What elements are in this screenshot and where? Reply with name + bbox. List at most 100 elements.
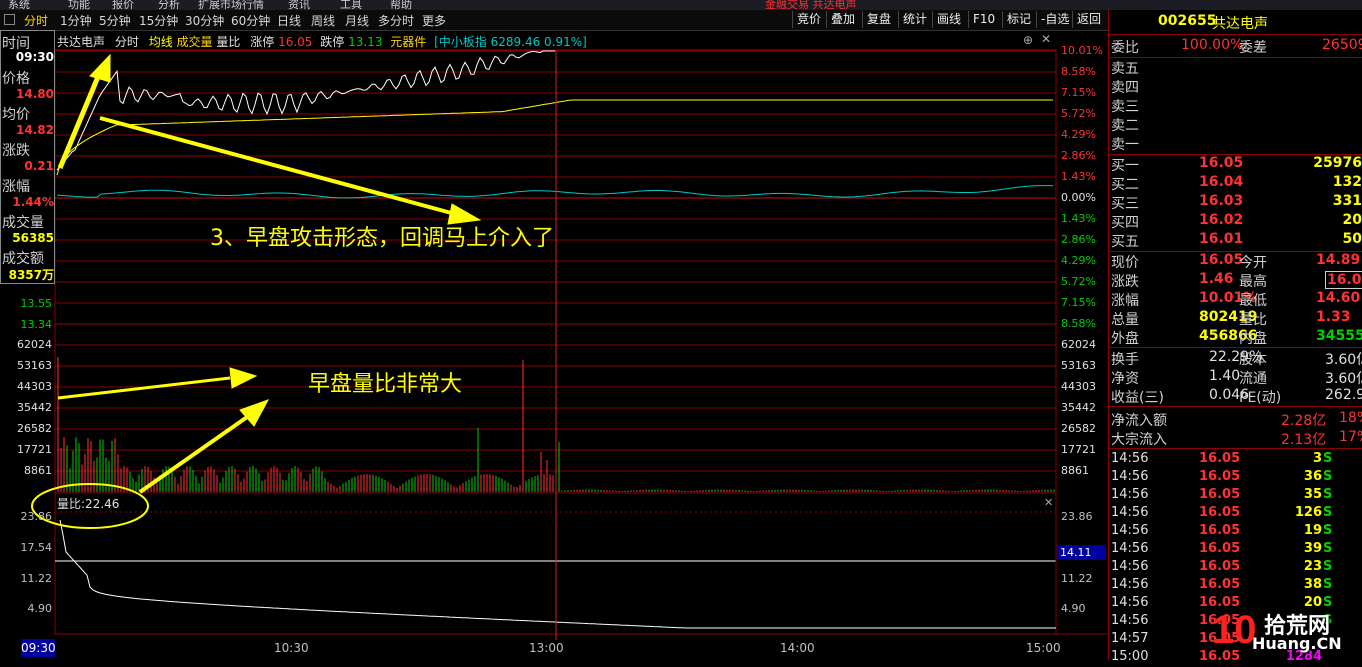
stat-label: 净资 [1111, 371, 1139, 387]
ratio-title: 量比:22.46 [57, 497, 120, 511]
stat-label: 最高 [1239, 274, 1267, 290]
volume-axis-label-right: 8861 [1061, 464, 1089, 477]
tick-time: 14:56 [1111, 523, 1149, 538]
divider [1108, 406, 1362, 407]
stat-label: 内盘 [1239, 331, 1267, 347]
tick-price: 16.05 [1199, 523, 1241, 538]
flow-value: 2.28亿 [1281, 413, 1327, 429]
tick-row: 14:56 16.05 23 S [1111, 559, 1362, 577]
stat-label: PE(动) [1239, 390, 1282, 406]
buy-level-label: 买五 [1111, 234, 1139, 250]
volume-axis-label: 62024 [17, 338, 52, 351]
tick-volume: 38 [1303, 577, 1322, 592]
flow-value: 2.13亿 [1281, 432, 1327, 448]
sell-level-row: 卖五 [1111, 58, 1362, 77]
stat-label: 最低 [1239, 293, 1267, 309]
volume-axis-label-right: 17721 [1061, 443, 1096, 456]
time-tick: 14:00 [780, 641, 815, 655]
pct-axis-label: 8.58% [1061, 317, 1096, 330]
arrow-up-1 [57, 71, 103, 169]
stat-row: 收益(三) 0.046 PE(动) 262.9 [1111, 387, 1362, 406]
volume-axis-label-right: 62024 [1061, 338, 1096, 351]
volume-axis-label-right: 53163 [1061, 359, 1096, 372]
sell-level-label: 卖五 [1111, 61, 1139, 77]
tick-row: 14:56 16.05 3 S [1111, 451, 1362, 469]
price-line [56, 50, 555, 171]
pct-axis-label: 2.86% [1061, 233, 1096, 246]
tick-time: 14:56 [1111, 595, 1149, 610]
pct-axis-label: 1.43% [1061, 170, 1096, 183]
stat-label: 股本 [1239, 352, 1267, 368]
sell-level-label: 卖三 [1111, 99, 1139, 115]
ratio-axis-label: 17.54 [20, 541, 53, 554]
stock-name-right: 共达电声 [1212, 16, 1268, 32]
price-value: 14.80 [16, 87, 54, 101]
stat-row: 外盘456866内盘345553 [1111, 328, 1362, 347]
tick-row: 14:56 16.05 19 S [1111, 523, 1362, 541]
ratio-axis-label: 4.90 [27, 602, 53, 615]
time-tick: 15:00 [1026, 641, 1061, 655]
volume-value: 56385 [12, 231, 54, 245]
tick-time: 14:56 [1111, 487, 1149, 502]
buy-level-volume: 331 [1332, 193, 1362, 209]
tick-row: 14:56 16.05 35 S [1111, 487, 1362, 505]
stat-value: 345553 [1316, 328, 1362, 344]
pct-axis-label: 4.29% [1061, 254, 1096, 267]
ratio-close-icon[interactable]: ✕ [1044, 496, 1053, 509]
tick-time: 14:56 [1111, 613, 1149, 628]
pct-value: 1.44% [12, 195, 54, 209]
ratio-axis-label: 23.86 [20, 510, 53, 523]
stat-value: 1.33 [1316, 309, 1351, 325]
time-tick: 13:00 [529, 641, 564, 655]
buy-level-volume: 132 [1332, 174, 1362, 190]
buy-level-label: 买四 [1111, 215, 1139, 231]
tick-time: 14:56 [1111, 559, 1149, 574]
stat-value: 16.05 [1199, 252, 1244, 268]
pct-axis-label: 7.15% [1061, 86, 1096, 99]
tick-price: 16.05 [1199, 451, 1241, 466]
price-label: 价格 [2, 71, 30, 87]
flow-pct: 18% [1339, 410, 1362, 426]
stat-row: 涨跌 1.46 最高 16.05 [1111, 271, 1362, 290]
stat-row: 净资 1.40流通 3.60亿 [1111, 368, 1362, 387]
tick-price: 16.05 [1199, 559, 1241, 574]
change-value: 0.21 [24, 159, 54, 173]
ratio-axis-label-right: 23.86 [1061, 510, 1093, 523]
volume-axis-label: 17721 [17, 443, 52, 456]
buy-level-volume: 50 [1342, 231, 1362, 247]
volume-axis-label: 8861 [24, 464, 52, 477]
tick-price: 16.05 [1199, 505, 1241, 520]
tick-time: 14:56 [1111, 451, 1149, 466]
tick-price: 16.05 [1199, 487, 1241, 502]
divider [1108, 347, 1362, 348]
volume-axis-label-right: 35442 [1061, 401, 1096, 414]
stat-value: 3.60亿 [1325, 352, 1362, 368]
stat-label: 收益(三) [1111, 390, 1164, 406]
stat-label: 换手 [1111, 352, 1139, 368]
sell-level-label: 卖二 [1111, 118, 1139, 134]
stat-label: 总量 [1111, 312, 1139, 328]
pct-axis-label: 10.01% [1061, 44, 1103, 57]
ratio-current-badge: 14.11 [1057, 545, 1106, 560]
arrow-head-1 [89, 53, 111, 83]
tick-price: 16.05 [1199, 577, 1241, 592]
buy-level-row: 买四 16.02 20 [1111, 212, 1362, 231]
volume-label-left: 成交量 [2, 215, 44, 231]
sell-level-row: 卖三 [1111, 96, 1362, 115]
volume-axis-label-right: 44303 [1061, 380, 1096, 393]
amount-label: 成交额 [2, 251, 44, 267]
pct-axis-label: 2.86% [1061, 149, 1096, 162]
stat-row: 总量 802419 量比 1.33 [1111, 309, 1362, 328]
tick-volume: 35 [1303, 487, 1322, 502]
stat-label: 流通 [1239, 371, 1267, 387]
stat-value: 1.46 [1199, 271, 1234, 287]
sell-level-row: 卖二 [1111, 115, 1362, 134]
volume-axis-label: 35442 [17, 401, 52, 414]
buy-level-row: 买二 16.04 132 [1111, 174, 1362, 193]
avg-label: 均价 [2, 107, 30, 123]
flow-label: 净流入额 [1111, 413, 1167, 429]
pct-axis-label: 4.29% [1061, 128, 1096, 141]
price-axis-label: 13.34 [20, 318, 53, 331]
weicha-value: 26509 [1322, 37, 1362, 53]
tick-volume: 19 [1303, 523, 1322, 538]
